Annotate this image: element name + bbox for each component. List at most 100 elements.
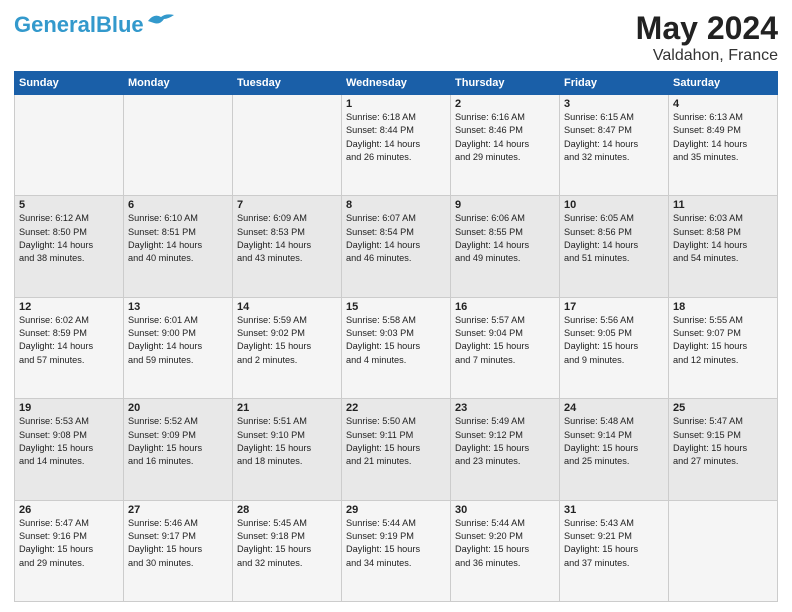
day-info-line: Sunrise: 5:59 AM bbox=[237, 314, 337, 327]
day-info-line: Sunrise: 5:44 AM bbox=[455, 517, 555, 530]
day-info-line: Sunrise: 6:10 AM bbox=[128, 212, 228, 225]
calendar-cell: 2Sunrise: 6:16 AMSunset: 8:46 PMDaylight… bbox=[451, 95, 560, 196]
day-info-line: Daylight: 15 hours bbox=[564, 543, 664, 556]
weekday-header-sunday: Sunday bbox=[15, 72, 124, 95]
day-number: 31 bbox=[564, 504, 664, 516]
day-info: Sunrise: 6:07 AMSunset: 8:54 PMDaylight:… bbox=[346, 212, 446, 265]
day-info: Sunrise: 5:57 AMSunset: 9:04 PMDaylight:… bbox=[455, 314, 555, 367]
day-info-line: and 34 minutes. bbox=[346, 557, 446, 570]
day-info-line: Daylight: 14 hours bbox=[455, 239, 555, 252]
calendar-cell: 4Sunrise: 6:13 AMSunset: 8:49 PMDaylight… bbox=[669, 95, 778, 196]
day-info-line: Sunset: 8:51 PM bbox=[128, 226, 228, 239]
day-info-line: Sunset: 9:17 PM bbox=[128, 530, 228, 543]
day-info: Sunrise: 5:46 AMSunset: 9:17 PMDaylight:… bbox=[128, 517, 228, 570]
day-info-line: Daylight: 15 hours bbox=[455, 543, 555, 556]
calendar-cell: 13Sunrise: 6:01 AMSunset: 9:00 PMDayligh… bbox=[124, 297, 233, 398]
calendar-cell: 29Sunrise: 5:44 AMSunset: 9:19 PMDayligh… bbox=[342, 500, 451, 601]
day-info-line: Sunset: 8:55 PM bbox=[455, 226, 555, 239]
day-info-line: Sunset: 9:07 PM bbox=[673, 327, 773, 340]
calendar-cell: 9Sunrise: 6:06 AMSunset: 8:55 PMDaylight… bbox=[451, 196, 560, 297]
day-info-line: Daylight: 15 hours bbox=[455, 442, 555, 455]
day-info-line: Sunset: 9:00 PM bbox=[128, 327, 228, 340]
calendar-cell: 5Sunrise: 6:12 AMSunset: 8:50 PMDaylight… bbox=[15, 196, 124, 297]
calendar-table: SundayMondayTuesdayWednesdayThursdayFrid… bbox=[14, 71, 778, 602]
calendar-week-1: 1Sunrise: 6:18 AMSunset: 8:44 PMDaylight… bbox=[15, 95, 778, 196]
day-number: 23 bbox=[455, 402, 555, 414]
day-number: 2 bbox=[455, 98, 555, 110]
day-number: 20 bbox=[128, 402, 228, 414]
day-info-line: Sunrise: 5:43 AM bbox=[564, 517, 664, 530]
day-info-line: Sunset: 9:03 PM bbox=[346, 327, 446, 340]
day-info-line: Daylight: 14 hours bbox=[346, 138, 446, 151]
calendar-cell: 7Sunrise: 6:09 AMSunset: 8:53 PMDaylight… bbox=[233, 196, 342, 297]
day-number: 14 bbox=[237, 301, 337, 313]
day-info: Sunrise: 5:45 AMSunset: 9:18 PMDaylight:… bbox=[237, 517, 337, 570]
day-info-line: and 46 minutes. bbox=[346, 252, 446, 265]
day-info-line: Sunset: 9:10 PM bbox=[237, 429, 337, 442]
logo-text: GeneralBlue bbox=[14, 14, 144, 36]
day-info-line: and 23 minutes. bbox=[455, 455, 555, 468]
day-number: 5 bbox=[19, 199, 119, 211]
day-info-line: Sunrise: 6:15 AM bbox=[564, 111, 664, 124]
day-info: Sunrise: 5:44 AMSunset: 9:20 PMDaylight:… bbox=[455, 517, 555, 570]
day-info: Sunrise: 6:03 AMSunset: 8:58 PMDaylight:… bbox=[673, 212, 773, 265]
day-info-line: Daylight: 15 hours bbox=[564, 442, 664, 455]
weekday-header-saturday: Saturday bbox=[669, 72, 778, 95]
day-number: 15 bbox=[346, 301, 446, 313]
day-info-line: and 18 minutes. bbox=[237, 455, 337, 468]
day-info: Sunrise: 6:10 AMSunset: 8:51 PMDaylight:… bbox=[128, 212, 228, 265]
calendar-cell: 17Sunrise: 5:56 AMSunset: 9:05 PMDayligh… bbox=[560, 297, 669, 398]
day-info: Sunrise: 5:43 AMSunset: 9:21 PMDaylight:… bbox=[564, 517, 664, 570]
day-info-line: Sunset: 9:09 PM bbox=[128, 429, 228, 442]
day-info-line: Sunset: 9:15 PM bbox=[673, 429, 773, 442]
day-info-line: Daylight: 15 hours bbox=[237, 543, 337, 556]
day-info-line: Sunrise: 5:50 AM bbox=[346, 415, 446, 428]
day-info-line: and 36 minutes. bbox=[455, 557, 555, 570]
day-info: Sunrise: 6:05 AMSunset: 8:56 PMDaylight:… bbox=[564, 212, 664, 265]
day-info-line: and 9 minutes. bbox=[564, 354, 664, 367]
day-number: 1 bbox=[346, 98, 446, 110]
day-info-line: and 26 minutes. bbox=[346, 151, 446, 164]
day-info-line: Sunset: 8:59 PM bbox=[19, 327, 119, 340]
day-number: 6 bbox=[128, 199, 228, 211]
logo: GeneralBlue bbox=[14, 14, 176, 36]
day-info-line: Daylight: 15 hours bbox=[128, 543, 228, 556]
calendar-cell bbox=[233, 95, 342, 196]
calendar-week-4: 19Sunrise: 5:53 AMSunset: 9:08 PMDayligh… bbox=[15, 399, 778, 500]
weekday-header-monday: Monday bbox=[124, 72, 233, 95]
day-info-line: and 35 minutes. bbox=[673, 151, 773, 164]
day-info-line: and 29 minutes. bbox=[19, 557, 119, 570]
day-info: Sunrise: 5:58 AMSunset: 9:03 PMDaylight:… bbox=[346, 314, 446, 367]
day-info-line: and 7 minutes. bbox=[455, 354, 555, 367]
day-info-line: and 59 minutes. bbox=[128, 354, 228, 367]
day-info-line: Daylight: 15 hours bbox=[346, 442, 446, 455]
day-info-line: Daylight: 15 hours bbox=[237, 340, 337, 353]
calendar-week-5: 26Sunrise: 5:47 AMSunset: 9:16 PMDayligh… bbox=[15, 500, 778, 601]
calendar-cell: 28Sunrise: 5:45 AMSunset: 9:18 PMDayligh… bbox=[233, 500, 342, 601]
day-info-line: Sunset: 8:44 PM bbox=[346, 124, 446, 137]
day-info-line: Daylight: 14 hours bbox=[673, 138, 773, 151]
day-info: Sunrise: 6:01 AMSunset: 9:00 PMDaylight:… bbox=[128, 314, 228, 367]
day-info-line: Sunrise: 5:51 AM bbox=[237, 415, 337, 428]
calendar-cell: 30Sunrise: 5:44 AMSunset: 9:20 PMDayligh… bbox=[451, 500, 560, 601]
day-info-line: Sunrise: 6:07 AM bbox=[346, 212, 446, 225]
day-info-line: Sunset: 9:20 PM bbox=[455, 530, 555, 543]
day-info-line: Sunrise: 5:55 AM bbox=[673, 314, 773, 327]
day-info-line: Daylight: 15 hours bbox=[128, 442, 228, 455]
calendar-cell: 3Sunrise: 6:15 AMSunset: 8:47 PMDaylight… bbox=[560, 95, 669, 196]
day-number: 25 bbox=[673, 402, 773, 414]
calendar-cell: 19Sunrise: 5:53 AMSunset: 9:08 PMDayligh… bbox=[15, 399, 124, 500]
day-number: 17 bbox=[564, 301, 664, 313]
day-number: 22 bbox=[346, 402, 446, 414]
calendar-week-3: 12Sunrise: 6:02 AMSunset: 8:59 PMDayligh… bbox=[15, 297, 778, 398]
day-info-line: and 54 minutes. bbox=[673, 252, 773, 265]
day-info: Sunrise: 6:09 AMSunset: 8:53 PMDaylight:… bbox=[237, 212, 337, 265]
day-info-line: Sunrise: 6:12 AM bbox=[19, 212, 119, 225]
day-info: Sunrise: 6:12 AMSunset: 8:50 PMDaylight:… bbox=[19, 212, 119, 265]
day-info-line: Daylight: 14 hours bbox=[455, 138, 555, 151]
calendar-cell: 18Sunrise: 5:55 AMSunset: 9:07 PMDayligh… bbox=[669, 297, 778, 398]
day-info: Sunrise: 6:13 AMSunset: 8:49 PMDaylight:… bbox=[673, 111, 773, 164]
day-info-line: and 37 minutes. bbox=[564, 557, 664, 570]
day-info-line: and 12 minutes. bbox=[673, 354, 773, 367]
day-info-line: Sunset: 9:02 PM bbox=[237, 327, 337, 340]
